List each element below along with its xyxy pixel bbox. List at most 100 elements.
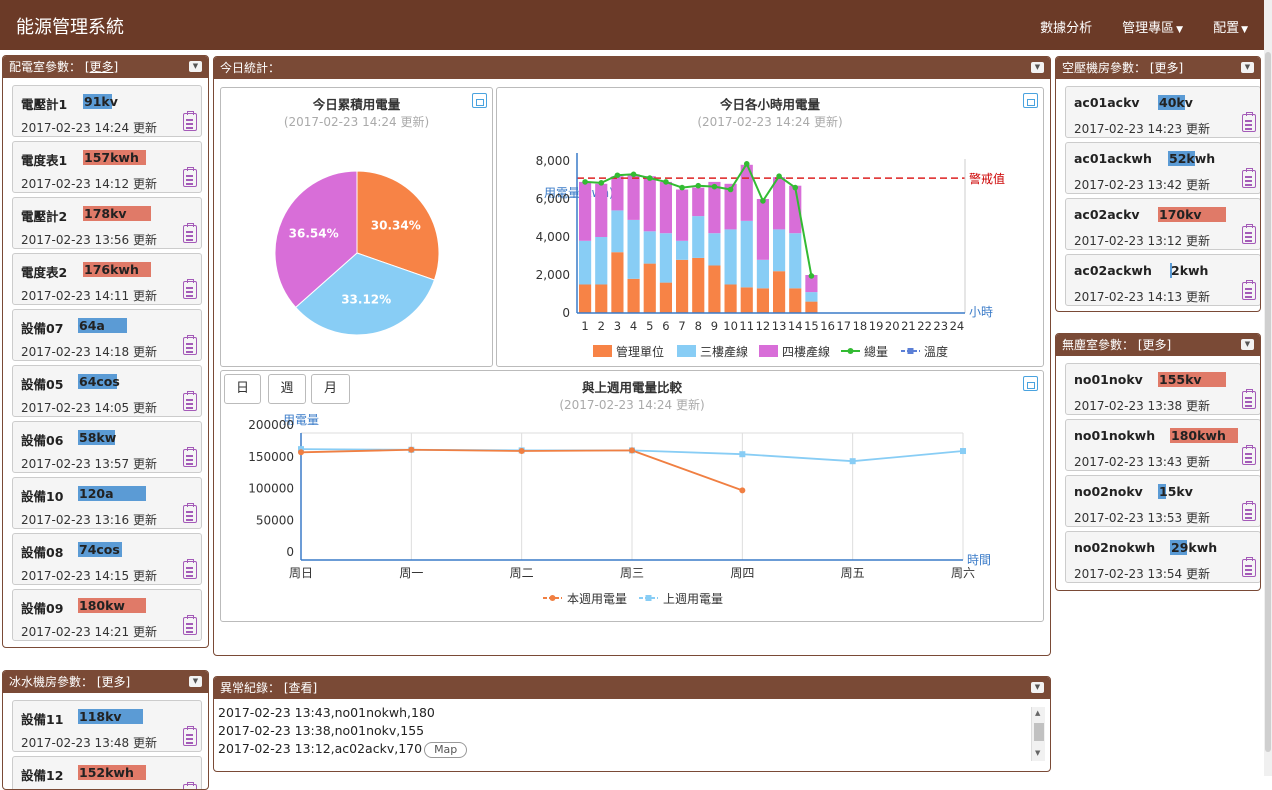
save-chart-icon[interactable] bbox=[472, 93, 487, 108]
sensor-card[interactable]: 設備10 120a 2017-02-23 13:16 更新 bbox=[12, 477, 202, 529]
clipboard-icon[interactable] bbox=[183, 279, 197, 299]
update-time: 2017-02-23 13:43 更新 bbox=[1074, 455, 1210, 469]
x-tick-label: 周三 bbox=[620, 566, 644, 580]
power-room-panel: 配電室參數： [更多] ▼ 電壓計1 91kv 2017-02-23 14:24 更… bbox=[2, 55, 209, 648]
today-stats-header: 今日統計： ▼ bbox=[214, 57, 1050, 79]
hourly-chart-card: 今日各小時用電量 (2017-02-23 14:24 更新) 用電量(kwh) 0… bbox=[496, 87, 1044, 367]
nav-management[interactable]: 管理專區 ▼ bbox=[1122, 17, 1183, 36]
sensor-name: 電度表2 bbox=[21, 265, 68, 280]
update-time: 2017-02-23 13:56 更新 bbox=[21, 233, 157, 247]
bar-segment bbox=[579, 181, 592, 241]
sensor-card[interactable]: ac01ackwh 52kwh 2017-02-23 13:42 更新 bbox=[1065, 142, 1260, 194]
pie-chart-subtitle: (2017-02-23 14:24 更新) bbox=[283, 115, 430, 129]
x-tick-label: 21 bbox=[901, 319, 916, 333]
bar-segment bbox=[773, 177, 786, 230]
bar-segment bbox=[724, 284, 737, 313]
sensor-card[interactable]: 電壓計2 178kv 2017-02-23 13:56 更新 bbox=[12, 197, 202, 249]
clipboard-icon[interactable] bbox=[183, 726, 197, 746]
top-navbar: 能源管理系統 數據分析 管理專區 ▼ 配置 ▼ bbox=[0, 0, 1272, 50]
sensor-card[interactable]: 設備07 64a 2017-02-23 14:18 更新 bbox=[12, 309, 202, 361]
app-title[interactable]: 能源管理系統 bbox=[16, 13, 124, 39]
sensor-card[interactable]: ac02ackv 170kv 2017-02-23 13:12 更新 bbox=[1065, 198, 1260, 250]
clipboard-icon[interactable] bbox=[1242, 389, 1256, 409]
sensor-card[interactable]: 電度表1 157kwh 2017-02-23 14:12 更新 bbox=[12, 141, 202, 193]
legend-label: 溫度 bbox=[924, 344, 948, 359]
x-tick-label: 14 bbox=[788, 319, 803, 333]
update-time: 2017-02-23 14:12 更新 bbox=[21, 177, 157, 191]
clipboard-icon[interactable] bbox=[183, 559, 197, 579]
clipboard-icon[interactable] bbox=[1242, 112, 1256, 132]
alarm-log-list: 2017-02-23 13:43,no01nokwh,180 2017-02-2… bbox=[218, 704, 468, 758]
dust-room-more-link[interactable]: [更多] bbox=[1138, 338, 1171, 352]
collapse-toggle-icon[interactable]: ▼ bbox=[1031, 62, 1044, 73]
sensor-card[interactable]: 設備09 180kw 2017-02-23 14:21 更新 bbox=[12, 589, 202, 641]
pie-slice-label: 30.34% bbox=[371, 218, 421, 232]
sensor-card[interactable]: no02nokv 15kv 2017-02-23 13:53 更新 bbox=[1065, 475, 1260, 527]
sensor-card[interactable]: 電壓計1 91kv 2017-02-23 14:24 更新 bbox=[12, 85, 202, 137]
nav-config[interactable]: 配置 ▼ bbox=[1213, 17, 1248, 36]
y-tick-label: 0 bbox=[286, 545, 294, 559]
alarm-log-row: 2017-02-23 13:43,no01nokwh,180 bbox=[218, 705, 435, 720]
water-room-more-link[interactable]: [更多] bbox=[97, 675, 130, 689]
update-time: 2017-02-23 13:12 更新 bbox=[1074, 234, 1210, 248]
alarm-view-link[interactable]: [查看] bbox=[284, 681, 317, 695]
sensor-card[interactable]: 設備06 58kw 2017-02-23 13:57 更新 bbox=[12, 421, 202, 473]
bar-segment bbox=[676, 259, 689, 313]
air-room-more-link[interactable]: [更多] bbox=[1150, 61, 1183, 75]
clipboard-icon[interactable] bbox=[183, 167, 197, 187]
bar-segment bbox=[643, 231, 656, 264]
clipboard-icon[interactable] bbox=[1242, 445, 1256, 465]
sensor-value: 178kv bbox=[83, 206, 151, 221]
collapse-toggle-icon[interactable]: ▼ bbox=[1031, 682, 1044, 693]
sensor-value: 155kv bbox=[1158, 372, 1226, 387]
bar-segment bbox=[692, 187, 705, 217]
page-scrollbar[interactable] bbox=[1264, 0, 1272, 776]
bar-segment bbox=[756, 199, 769, 260]
nav-data-analysis[interactable]: 數據分析 bbox=[1040, 17, 1092, 36]
clipboard-icon[interactable] bbox=[183, 782, 197, 789]
collapse-toggle-icon[interactable]: ▼ bbox=[189, 676, 202, 687]
x-tick-label: 2 bbox=[598, 319, 605, 333]
sensor-name: 設備07 bbox=[21, 321, 64, 336]
sensor-card[interactable]: no01nokwh 180kwh 2017-02-23 13:43 更新 bbox=[1065, 419, 1260, 471]
clipboard-icon[interactable] bbox=[183, 223, 197, 243]
total-point bbox=[614, 172, 621, 179]
x-tick-label: 15 bbox=[804, 319, 819, 333]
sensor-card[interactable]: 電度表2 176kwh 2017-02-23 14:11 更新 bbox=[12, 253, 202, 305]
total-point bbox=[727, 186, 734, 193]
sensor-card[interactable]: 設備11 118kv 2017-02-23 13:48 更新 bbox=[12, 700, 202, 752]
sensor-card[interactable]: 設備05 64cos 2017-02-23 14:05 更新 bbox=[12, 365, 202, 417]
sensor-card[interactable]: ac01ackv 40kv 2017-02-23 14:23 更新 bbox=[1065, 86, 1260, 138]
sensor-card[interactable]: ac02ackwh 2kwh 2017-02-23 14:13 更新 bbox=[1065, 254, 1260, 306]
collapse-toggle-icon[interactable]: ▼ bbox=[1241, 62, 1254, 73]
clipboard-icon[interactable] bbox=[183, 447, 197, 467]
bar-segment bbox=[643, 176, 656, 232]
clipboard-icon[interactable] bbox=[183, 391, 197, 411]
sensor-name: 設備05 bbox=[21, 377, 64, 392]
sensor-card[interactable]: no02nokwh 29kwh 2017-02-23 13:54 更新 bbox=[1065, 531, 1260, 583]
legend-marker bbox=[907, 348, 914, 354]
clipboard-icon[interactable] bbox=[183, 335, 197, 355]
sensor-card[interactable]: 設備08 74cos 2017-02-23 14:15 更新 bbox=[12, 533, 202, 585]
sensor-card[interactable]: 設備12 152kwh bbox=[12, 756, 202, 789]
series-point bbox=[629, 447, 635, 454]
clipboard-icon[interactable] bbox=[1242, 224, 1256, 244]
update-time: 2017-02-23 14:13 更新 bbox=[1074, 290, 1210, 304]
bar-segment bbox=[773, 271, 786, 313]
clipboard-icon[interactable] bbox=[1242, 280, 1256, 300]
alarm-scrollbar[interactable]: ▲ ▼ bbox=[1031, 707, 1045, 761]
clipboard-icon[interactable] bbox=[183, 111, 197, 131]
clipboard-icon[interactable] bbox=[183, 503, 197, 523]
map-button[interactable]: Map bbox=[424, 742, 468, 758]
clipboard-icon[interactable] bbox=[1242, 501, 1256, 521]
power-room-more-link[interactable]: [更多] bbox=[85, 60, 118, 74]
sensor-card[interactable]: no01nokv 155kv 2017-02-23 13:38 更新 bbox=[1065, 363, 1260, 415]
collapse-toggle-icon[interactable]: ▼ bbox=[189, 61, 202, 72]
sensor-value: 29kwh bbox=[1170, 540, 1218, 555]
bar-segment bbox=[659, 181, 672, 234]
bar-segment bbox=[659, 233, 672, 283]
clipboard-icon[interactable] bbox=[1242, 557, 1256, 577]
clipboard-icon[interactable] bbox=[1242, 168, 1256, 188]
collapse-toggle-icon[interactable]: ▼ bbox=[1241, 339, 1254, 350]
clipboard-icon[interactable] bbox=[183, 615, 197, 635]
